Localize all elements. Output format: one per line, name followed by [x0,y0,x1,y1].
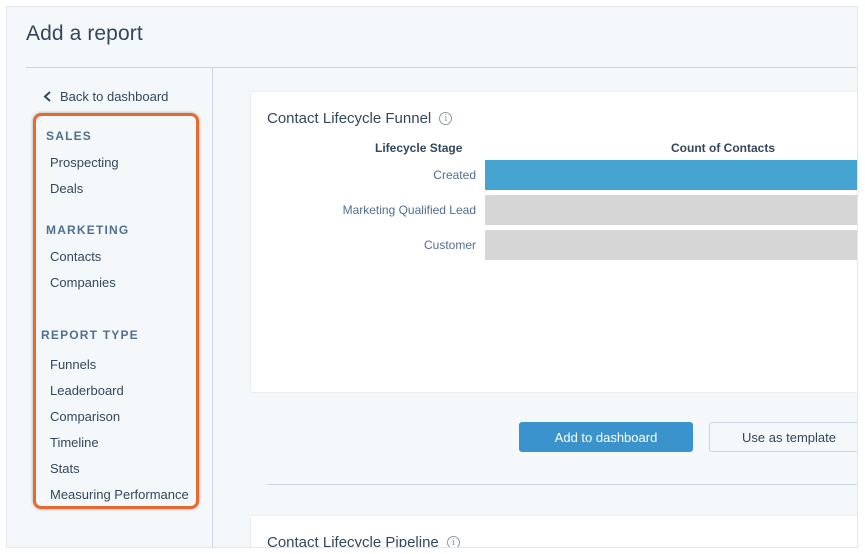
page-title: Add a report [26,22,143,45]
section-heading-marketing: MARKETING [46,223,130,237]
sidebar: Back to dashboard SALES Prospecting Deal… [26,68,213,547]
sidebar-item-prospecting[interactable]: Prospecting [50,155,119,170]
back-to-dashboard-link[interactable]: Back to dashboard [43,89,168,104]
add-to-dashboard-button[interactable]: Add to dashboard [519,422,693,452]
report-window: Add a report Back to dashboard SALES Pro… [6,6,858,548]
funnel-bar [485,195,857,225]
stage-label: Created [433,168,476,182]
chevron-left-icon [43,91,51,102]
funnel-bar [485,160,857,190]
sidebar-item-comparison[interactable]: Comparison [50,409,120,424]
column-header-count: Count of Contacts [671,141,775,155]
sidebar-item-leaderboard[interactable]: Leaderboard [50,383,124,398]
report-title-row-2: Contact Lifecycle Pipeline i [267,534,460,548]
section-divider [267,484,857,485]
section-heading-report-type: REPORT TYPE [41,328,139,342]
report-title-2: Contact Lifecycle Pipeline [267,534,439,548]
sidebar-item-contacts[interactable]: Contacts [50,249,101,264]
stage-label: Customer [423,238,476,252]
column-header-stage: Lifecycle Stage [375,141,463,155]
info-icon[interactable]: i [446,536,460,547]
back-label: Back to dashboard [60,89,169,104]
use-as-template-button[interactable]: Use as template [709,422,857,452]
sidebar-item-measuring-performance[interactable]: Measuring Performance [50,487,189,502]
sidebar-item-funnels[interactable]: Funnels [50,357,96,372]
section-heading-sales: SALES [46,129,93,143]
main-content: Contact Lifecycle Funnel i Lifecycle Sta… [213,68,857,547]
info-icon[interactable]: i [439,112,453,125]
sidebar-item-companies[interactable]: Companies [50,275,116,290]
sidebar-item-deals[interactable]: Deals [50,181,83,196]
funnel-bar [485,230,857,260]
report-title: Contact Lifecycle Funnel [267,110,432,127]
sidebar-item-timeline[interactable]: Timeline [50,435,99,450]
sidebar-item-stats[interactable]: Stats [50,461,80,476]
stage-label: Marketing Qualified Lead [342,203,476,217]
report-preview-card: Contact Lifecycle Funnel i Lifecycle Sta… [251,92,857,392]
report-preview-card-2: Contact Lifecycle Pipeline i [251,516,857,548]
report-title-row: Contact Lifecycle Funnel i [267,110,453,127]
